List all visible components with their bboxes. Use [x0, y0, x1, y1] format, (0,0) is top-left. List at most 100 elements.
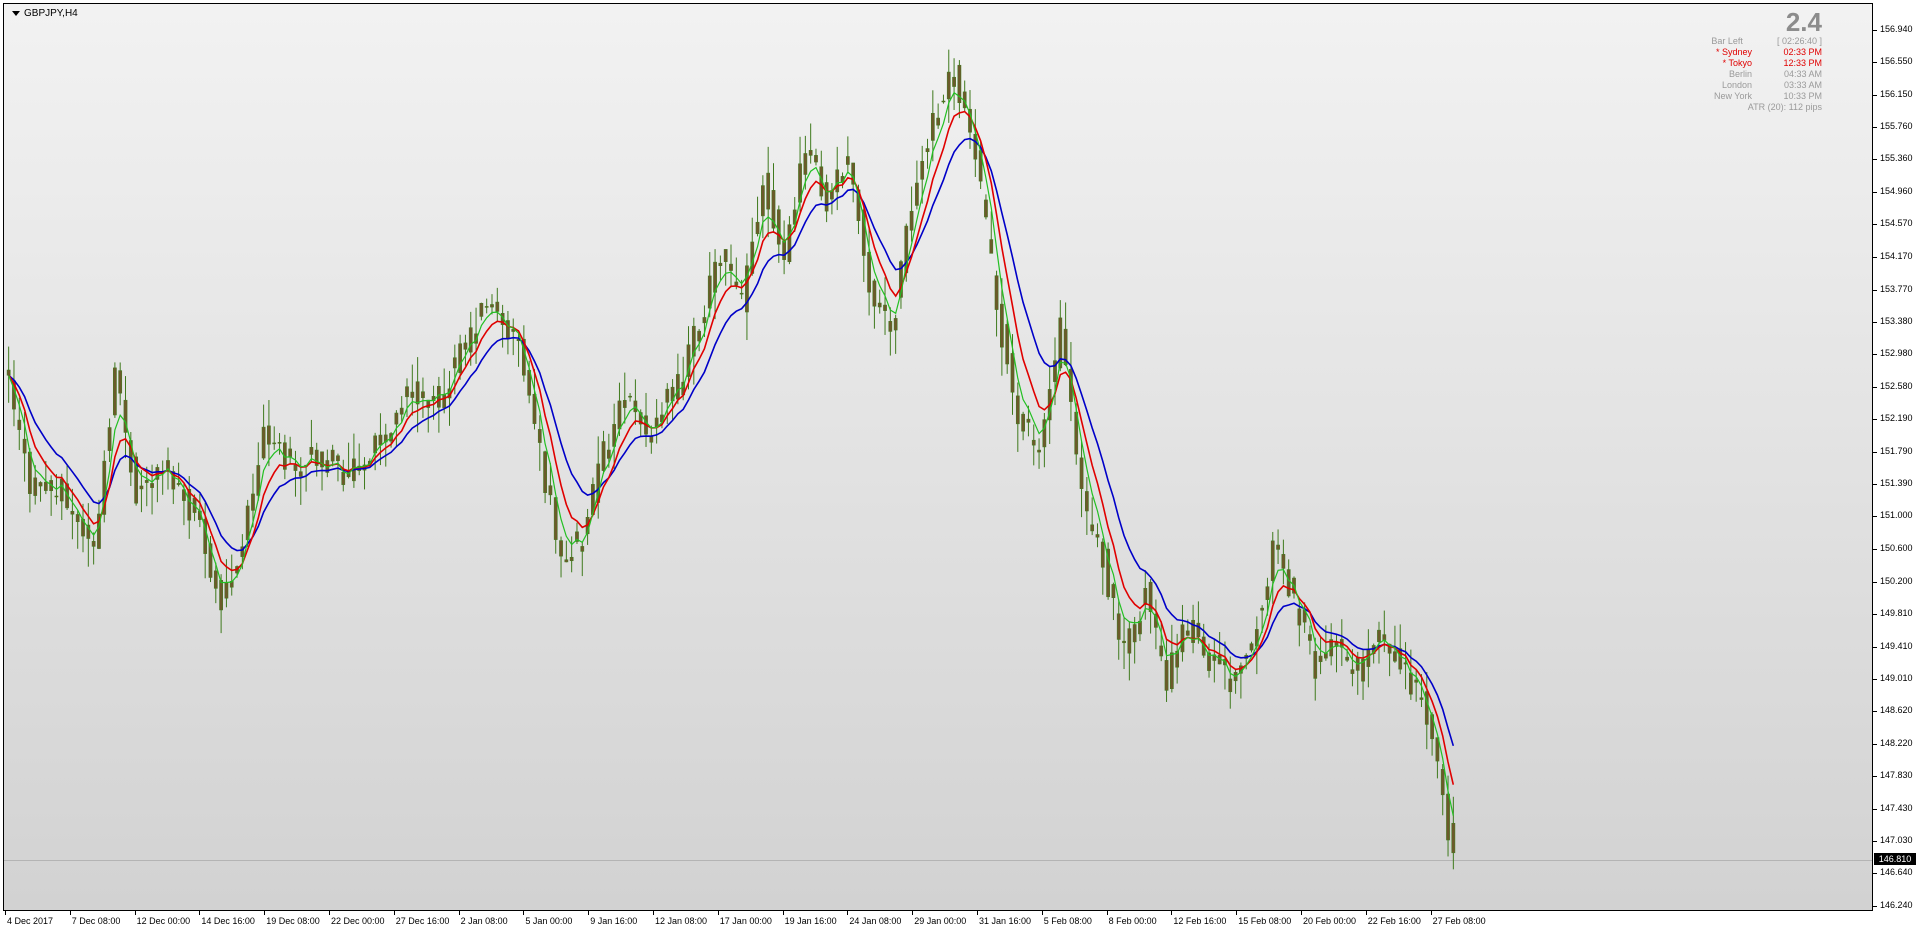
candle-body [994, 275, 999, 310]
candle-body [803, 153, 808, 175]
candle-body [288, 448, 293, 457]
candle-body [845, 156, 850, 165]
candle-body [1111, 584, 1116, 598]
x-tick-mark [1171, 911, 1173, 915]
y-tick-mark [1873, 354, 1877, 356]
candle-body [118, 370, 123, 394]
x-tick-mark [69, 911, 71, 915]
candle-body [394, 412, 399, 425]
candle-body [1116, 613, 1121, 640]
y-tick-mark [1873, 549, 1877, 551]
x-tick-mark [199, 911, 201, 915]
x-tick-label: 4 Dec 2017 [7, 916, 54, 926]
x-tick-label: 9 Jan 16:00 [590, 916, 638, 926]
y-tick-mark [1873, 30, 1877, 32]
candle-body [1037, 449, 1041, 453]
candle-body [1440, 769, 1445, 796]
y-tick-label: 152.580 [1880, 381, 1913, 391]
candle-body [893, 318, 898, 331]
candle-body [415, 381, 420, 405]
ma-mid-line [8, 110, 1455, 785]
x-tick-mark [1301, 911, 1302, 915]
x-tick-label: 7 Dec 08:00 [71, 916, 121, 926]
y-tick-mark [1873, 873, 1877, 875]
candle-body [1281, 554, 1286, 569]
x-tick-mark [264, 911, 266, 915]
x-tick-mark [717, 911, 719, 915]
candle-body [1138, 620, 1142, 635]
price-axis[interactable]: 156.940 156.550 156.150 155.760 155.360 154.9… [1873, 3, 1916, 911]
y-tick-mark [1873, 581, 1877, 583]
x-tick-label: 15 Feb 08:00 [1238, 916, 1292, 926]
y-tick-mark [1873, 126, 1877, 128]
symbol-title[interactable]: GBPJPY,H4 [12, 8, 78, 19]
x-tick-mark [1365, 911, 1367, 915]
time-axis[interactable]: 4 Dec 2017 7 Dec 08:00 12 Dec 00:00 14 Dec … [3, 911, 1873, 933]
candle-body [1350, 669, 1355, 674]
candle-body [1196, 622, 1201, 638]
candle-body [702, 317, 707, 324]
y-tick-mark [1873, 451, 1877, 453]
y-tick-label: 151.000 [1880, 510, 1913, 521]
candle-body [1308, 634, 1312, 641]
candle-body [867, 252, 871, 293]
x-tick-mark [588, 911, 590, 915]
candle-body [150, 483, 154, 488]
candle-body [925, 148, 930, 153]
y-tick-label: 156.550 [1880, 56, 1913, 67]
price-chart-svg[interactable] [4, 4, 1872, 910]
candle-body [1276, 544, 1280, 550]
y-tick-mark [1873, 841, 1877, 843]
x-tick-label: 5 Feb 08:00 [1043, 916, 1092, 926]
price-chart-area[interactable]: GBPJPY,H4 2.4 Bar Left [ 02:26:40 ] * Sy… [3, 3, 1873, 911]
candle-body [113, 367, 117, 416]
candle-body [59, 478, 64, 502]
candle-body [1090, 524, 1095, 532]
chart-window[interactable]: GBPJPY,H4 2.4 Bar Left [ 02:26:40 ] * Sy… [0, 0, 1916, 933]
y-tick-mark [1873, 387, 1877, 388]
x-tick-label: 19 Dec 08:00 [266, 916, 320, 926]
y-tick-mark [1873, 321, 1877, 323]
candle-body [378, 434, 383, 446]
candle-body [452, 357, 457, 369]
candle-body [1100, 541, 1105, 568]
candle-body [17, 419, 22, 430]
y-tick-label: 147.830 [1880, 769, 1913, 780]
y-tick-label: 148.220 [1880, 737, 1913, 748]
candle-body [909, 210, 914, 231]
candle-body [930, 112, 935, 141]
chart-menu-triangle-icon[interactable] [12, 11, 20, 16]
info-label: * Sydney [1715, 47, 1752, 57]
ma-slow-line [8, 137, 1455, 747]
y-tick-label: 154.170 [1880, 250, 1913, 261]
candle-body [1270, 540, 1275, 581]
candle-body [1031, 439, 1036, 446]
y-tick-mark [1873, 256, 1877, 258]
candle-body [835, 169, 840, 193]
candle-body [883, 304, 887, 311]
y-tick-label: 153.770 [1880, 283, 1913, 294]
x-tick-mark [1430, 911, 1432, 915]
y-tick-label: 149.810 [1880, 607, 1913, 618]
y-tick-label: 146.240 [1880, 900, 1913, 910]
y-tick-mark [1873, 711, 1877, 713]
candle-body [1286, 569, 1291, 597]
current-price-label: 146.810 [1874, 853, 1916, 866]
candle-body [224, 582, 229, 599]
candle-body [309, 447, 314, 455]
info-row-sydney: * Sydney 02:33 PM [1672, 47, 1822, 58]
candle-body [1313, 651, 1318, 679]
y-tick-label: 154.960 [1880, 186, 1913, 197]
candle-body [936, 117, 940, 126]
candle-body [1079, 457, 1084, 489]
candle-body [697, 330, 701, 342]
y-tick-label: 154.570 [1880, 218, 1913, 229]
x-tick-mark [847, 911, 849, 915]
y-tick-label: 151.790 [1880, 445, 1913, 456]
x-tick-mark [653, 911, 654, 915]
y-tick-mark [1873, 743, 1877, 745]
info-value: 04:33 AM [1783, 69, 1822, 79]
info-label: London [1721, 80, 1752, 90]
candle-body [1249, 643, 1254, 651]
candle-body [463, 342, 468, 350]
